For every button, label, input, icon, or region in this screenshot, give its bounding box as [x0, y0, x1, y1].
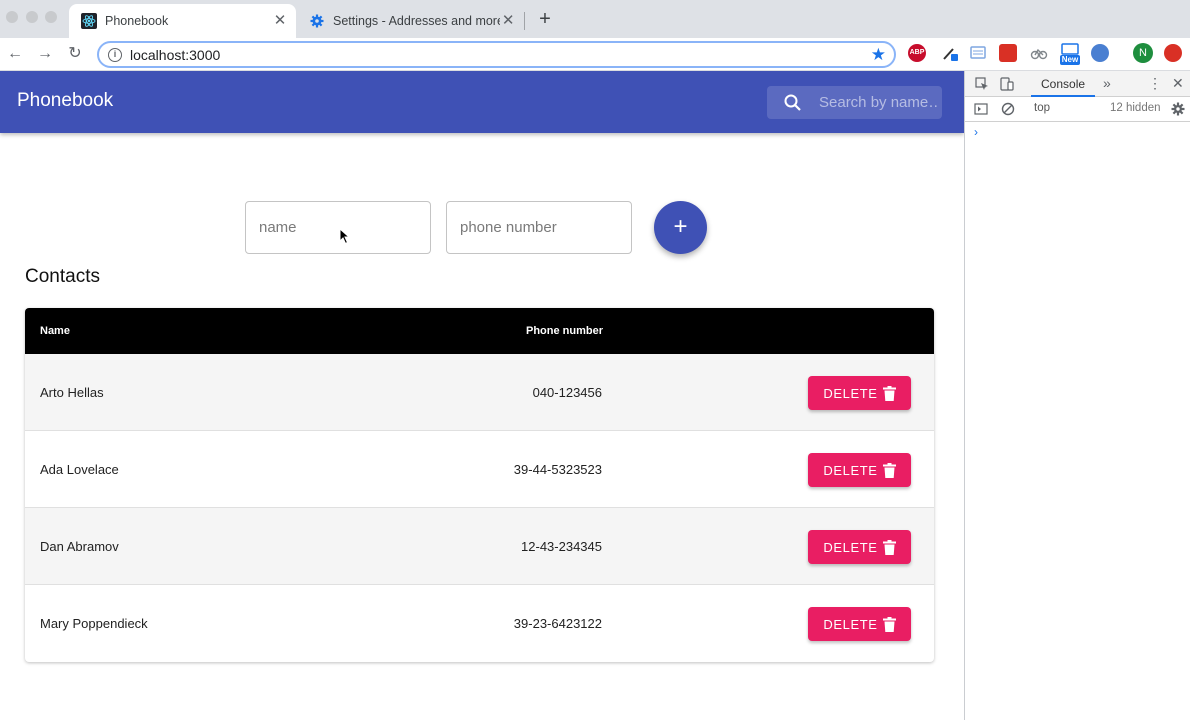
tab-settings[interactable]: Settings - Addresses and more ✕ [297, 4, 524, 38]
tab-separator [524, 12, 525, 30]
devtools-tab-bar: Console » ⋮ ✕ [965, 71, 1190, 97]
url-text: localhost:3000 [130, 46, 221, 63]
header-phone: Phone number [526, 325, 604, 337]
delete-button[interactable]: DELETE [808, 530, 911, 564]
contact-phone: 39-23-6423122 [513, 616, 602, 631]
table-row: Dan Abramov 12-43-234345 DELETE [25, 508, 934, 585]
kebab-menu-icon[interactable]: ⋮ [1148, 75, 1162, 92]
more-tabs-icon[interactable]: » [1103, 75, 1111, 91]
bike-icon[interactable] [1030, 44, 1048, 62]
table-row: Arto Hellas 040-123456 DELETE [25, 354, 934, 431]
forward-icon[interactable]: → [35, 44, 55, 64]
window-minimize-button[interactable] [26, 11, 38, 23]
trash-icon [882, 616, 896, 632]
table-row: Ada Lovelace 39-44-5323523 DELETE [25, 431, 934, 508]
trash-icon [882, 539, 896, 555]
delete-label: DELETE [823, 539, 878, 555]
contact-name: Dan Abramov [40, 539, 119, 554]
console-prompt[interactable]: › [974, 125, 978, 139]
contact-name: Ada Lovelace [40, 462, 119, 477]
table-header: Name Phone number [25, 308, 934, 354]
header-name: Name [40, 325, 70, 337]
phone-input[interactable] [447, 202, 631, 253]
close-icon[interactable]: ✕ [1172, 75, 1184, 92]
add-contact-button[interactable]: + [654, 201, 707, 254]
console-toolbar: top 12 hidden [965, 97, 1190, 122]
mouse-cursor-icon [339, 228, 351, 245]
info-icon[interactable]: i [108, 47, 122, 62]
delete-label: DELETE [823, 385, 878, 401]
tab-console[interactable]: Console [1031, 71, 1096, 97]
delete-button[interactable]: DELETE [808, 453, 911, 487]
trash-icon [882, 385, 896, 401]
new-ext-icon[interactable]: New [1060, 43, 1080, 67]
contact-name: Arto Hellas [40, 385, 104, 400]
close-icon[interactable]: ✕ [500, 13, 516, 29]
search-icon [784, 94, 801, 111]
device-toggle-icon[interactable] [1000, 77, 1014, 91]
inspect-icon[interactable] [975, 77, 989, 91]
contacts-table: Name Phone number Arto Hellas 040-123456… [25, 308, 934, 662]
red-circle-icon[interactable] [1164, 44, 1182, 62]
delete-button[interactable]: DELETE [808, 376, 911, 410]
tab-phonebook[interactable]: Phonebook ✕ [69, 4, 296, 38]
bookmark-star-icon[interactable]: ★ [871, 45, 886, 65]
settings-gear-icon[interactable] [1171, 102, 1185, 116]
hidden-count: 12 hidden [1110, 102, 1161, 114]
contacts-heading: Contacts [25, 266, 100, 287]
contact-phone: 39-44-5323523 [513, 462, 602, 477]
abp-icon[interactable]: ABP [908, 44, 926, 62]
trash-icon [882, 462, 896, 478]
new-badge: New [1060, 55, 1080, 65]
tab-title: Settings - Addresses and more [333, 14, 501, 28]
window-close-button[interactable] [6, 11, 18, 23]
react-icon [81, 13, 97, 29]
name-input[interactable] [246, 202, 430, 253]
phone-field[interactable] [446, 201, 632, 254]
app-title: Phonebook [17, 90, 114, 111]
clear-console-icon[interactable] [1001, 102, 1015, 116]
table-row: Mary Poppendieck 39-23-6423122 DELETE [25, 585, 934, 662]
context-selector[interactable]: top [1034, 102, 1050, 114]
delete-label: DELETE [823, 616, 878, 632]
window-zoom-button[interactable] [45, 11, 57, 23]
devtools-panel: Console » ⋮ ✕ top 12 hidden › [964, 71, 1190, 720]
dropper-icon[interactable] [941, 44, 959, 62]
reload-icon[interactable]: ↻ [65, 44, 85, 64]
screen-icon[interactable] [969, 44, 987, 62]
new-tab-button[interactable]: + [535, 9, 555, 29]
search-box[interactable] [767, 86, 942, 119]
address-bar[interactable]: i localhost:3000 ★ [97, 41, 896, 68]
name-field[interactable] [245, 201, 431, 254]
contact-name: Mary Poppendieck [40, 616, 148, 631]
app-bar: Phonebook [0, 71, 964, 133]
back-icon[interactable]: ← [5, 44, 25, 64]
red-ext-icon[interactable] [999, 44, 1017, 62]
sidebar-toggle-icon[interactable] [974, 102, 988, 116]
gear-icon [309, 13, 325, 29]
app-viewport: Phonebook + Contacts Name Phone number A… [0, 71, 964, 720]
delete-label: DELETE [823, 462, 878, 478]
browser-tab-strip: Phonebook ✕ Settings - Addresses and mor… [0, 0, 1190, 38]
table-body: Arto Hellas 040-123456 DELETE Ada Lovela… [25, 354, 934, 662]
close-icon[interactable]: ✕ [272, 13, 288, 29]
contact-phone: 040-123456 [532, 385, 602, 400]
tab-title: Phonebook [105, 14, 169, 28]
search-input[interactable] [819, 94, 939, 111]
delete-button[interactable]: DELETE [808, 607, 911, 641]
profile-avatar[interactable]: N [1133, 43, 1153, 63]
contact-phone: 12-43-234345 [521, 539, 602, 554]
blue-ext-icon[interactable] [1091, 44, 1109, 62]
